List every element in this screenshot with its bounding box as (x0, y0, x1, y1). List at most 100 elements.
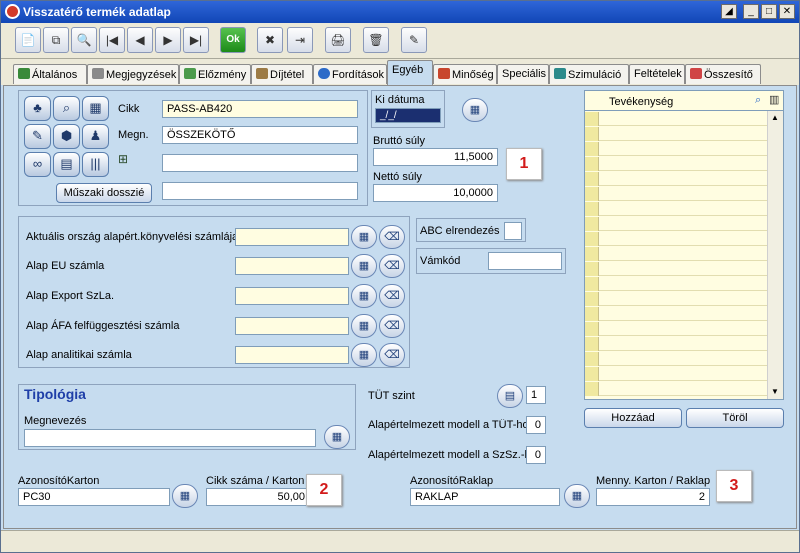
modell-szsz-field[interactable]: 0 (526, 446, 546, 464)
account-eraser-icon-1[interactable]: ⌫ (379, 254, 405, 278)
tab-dijtetel[interactable]: Díjtétel (251, 64, 313, 84)
account-field-2[interactable] (235, 287, 349, 305)
marker-3: 3 (716, 470, 752, 502)
status-bar (1, 530, 799, 552)
muszaki-dosszie-button[interactable]: Műszaki dosszié (56, 183, 152, 203)
account-field-4[interactable] (235, 346, 349, 364)
search-icon[interactable]: ⌕ (755, 94, 761, 107)
abc-label: ABC elrendezés (420, 225, 500, 237)
tab-forditasok[interactable]: Fordítások (313, 64, 387, 84)
tab-feltetelek[interactable]: Feltételek (629, 64, 685, 84)
activity-scrollbar[interactable]: ▲ ▼ (767, 111, 783, 399)
account-film-icon-0[interactable]: ▦ (351, 225, 377, 249)
account-field-0[interactable] (235, 228, 349, 246)
tab-label: Szimuláció (568, 69, 622, 81)
title-bar: Visszatérő termék adatlap ◢ _ □ ✕ (1, 1, 799, 23)
copy-icon[interactable]: ⧉ (43, 27, 69, 53)
karton-film-icon[interactable]: ▦ (172, 484, 198, 508)
close-button[interactable]: ✕ (779, 4, 795, 19)
menny-label: Menny. Karton / Raklap (596, 475, 711, 487)
megnevezes-label: Megnevezés (24, 415, 87, 427)
tipologia-film-icon[interactable]: ▦ (324, 425, 350, 449)
tools-icon[interactable]: ✎ (401, 27, 427, 53)
cikk-szama-label: Cikk száma / Karton (206, 475, 305, 487)
vamkod-field[interactable] (488, 252, 562, 270)
tab-label: Összesítő (704, 69, 753, 81)
megnevezes-field[interactable] (24, 429, 316, 447)
modell-tut-field[interactable]: 0 (526, 416, 546, 434)
hozzaad-button[interactable]: Hozzáad (584, 408, 682, 428)
account-eraser-icon-3[interactable]: ⌫ (379, 314, 405, 338)
account-field-3[interactable] (235, 317, 349, 335)
glasses-icon[interactable]: ∞ (24, 152, 51, 177)
delete-icon[interactable]: ✖ (257, 27, 283, 53)
box-icon[interactable]: ⬢ (53, 124, 80, 149)
wrench-icon[interactable]: ✎ (24, 124, 51, 149)
tab-altalanos[interactable]: Általános (13, 64, 87, 84)
scroll-up-icon[interactable]: ▲ (771, 113, 779, 122)
maximize-button[interactable]: □ (761, 4, 777, 19)
cikk-szama-field[interactable]: 50,00 (206, 488, 310, 506)
raklap-film-icon[interactable]: ▦ (564, 484, 590, 508)
extra-field-1[interactable] (162, 154, 358, 172)
minimize-button[interactable]: _ (743, 4, 759, 19)
account-eraser-icon-4[interactable]: ⌫ (379, 343, 405, 367)
tab-minoseg[interactable]: Minőség (433, 64, 497, 84)
window-menu-button[interactable]: ◢ (721, 4, 737, 19)
modell-szsz-label: Alapértelmezett modell a SzSz.-hoz (368, 449, 526, 461)
extra-field-2[interactable] (162, 182, 358, 200)
account-film-icon-4[interactable]: ▦ (351, 343, 377, 367)
account-film-icon-2[interactable]: ▦ (351, 284, 377, 308)
tab-label: Előzmény (198, 69, 247, 81)
brutto-label: Bruttó súly (373, 135, 425, 147)
tab-label: Díjtétel (270, 69, 305, 81)
ok-icon[interactable]: Ok (220, 27, 246, 53)
toolbar: 📄 ⧉ 🔍 |◀ ◀ ▶ ▶| Ok ✖ ⇥ 🖨 🗑 ✎ (1, 23, 799, 59)
account-film-icon-1[interactable]: ▦ (351, 254, 377, 278)
cikk-field[interactable]: PASS-AB420 (162, 100, 358, 118)
columns-icon[interactable]: ▥ (769, 93, 779, 106)
ki-datuma-field[interactable]: _/_/ (375, 108, 441, 123)
abc-field[interactable] (504, 222, 522, 240)
trash-icon[interactable]: 🗑 (363, 27, 389, 53)
new-icon[interactable]: 📄 (15, 27, 41, 53)
tab-megjegyzesek[interactable]: Megjegyzések (87, 64, 179, 84)
magnifier-icon[interactable]: ⌕ (53, 96, 80, 121)
hierarchy-icon: ⊞ (118, 152, 129, 166)
person-icon[interactable]: ♟ (82, 124, 109, 149)
tab-specialis[interactable]: Speciális (497, 64, 549, 84)
scroll-down-icon[interactable]: ▼ (771, 387, 779, 396)
account-film-icon-3[interactable]: ▦ (351, 314, 377, 338)
account-field-1[interactable] (235, 257, 349, 275)
tree-icon[interactable]: ♣ (24, 96, 51, 121)
prev-icon[interactable]: ◀ (127, 27, 153, 53)
activity-list[interactable]: Tevékenység ⌕ ▥ ▲ ▼ (584, 90, 784, 400)
account-eraser-icon-0[interactable]: ⌫ (379, 225, 405, 249)
tab-szimulacio[interactable]: Szimuláció (549, 64, 629, 84)
azon-raklap-field[interactable]: RAKLAP (410, 488, 560, 506)
tut-calc-icon[interactable]: ▤ (497, 384, 523, 408)
film-icon[interactable]: ▦ (82, 96, 109, 121)
calendar-icon[interactable]: ▦ (462, 98, 488, 122)
brutto-field[interactable]: 11,5000 (373, 148, 498, 166)
quality-icon (438, 68, 450, 79)
summary-icon (690, 68, 702, 79)
megn-field[interactable]: ÖSSZEKÖTŐ (162, 126, 358, 144)
azon-karton-field[interactable]: PC30 (18, 488, 170, 506)
tab-egyeb[interactable]: Egyéb (387, 60, 433, 85)
account-eraser-icon-2[interactable]: ⌫ (379, 284, 405, 308)
search-icon[interactable]: 🔍 (71, 27, 97, 53)
torol-button[interactable]: Töröl (686, 408, 784, 428)
first-icon[interactable]: |◀ (99, 27, 125, 53)
print-icon[interactable]: 🖨 (325, 27, 351, 53)
barcode-icon[interactable]: ||| (82, 152, 109, 177)
menny-field[interactable]: 2 (596, 488, 710, 506)
calculator-icon[interactable]: ▤ (53, 152, 80, 177)
tut-szint-field[interactable]: 1 (526, 386, 546, 404)
tab-osszesito[interactable]: Összesítő (685, 64, 761, 84)
tab-elozmeny[interactable]: Előzmény (179, 64, 251, 84)
exit-icon[interactable]: ⇥ (287, 27, 313, 53)
last-icon[interactable]: ▶| (183, 27, 209, 53)
next-icon[interactable]: ▶ (155, 27, 181, 53)
netto-field[interactable]: 10,0000 (373, 184, 498, 202)
